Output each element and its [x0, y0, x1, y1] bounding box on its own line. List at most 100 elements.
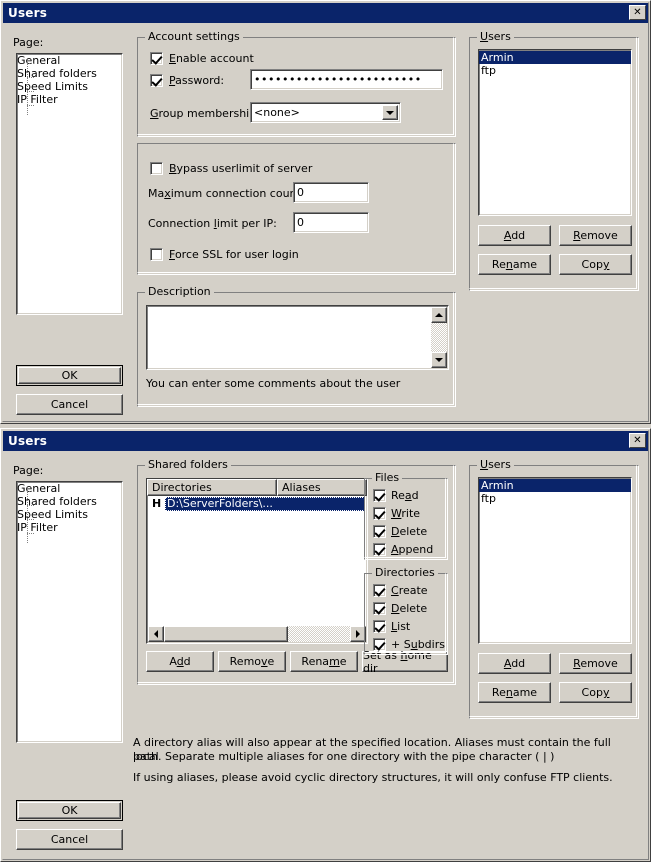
tree-connector-vertical: [27, 58, 28, 116]
max-connection-count-label: Maximum connection count:: [148, 187, 305, 200]
list-item[interactable]: Armin: [479, 51, 631, 64]
table-cell-directory[interactable]: D:\ServerFolders\...: [165, 497, 365, 511]
account-settings-legend: Account settings: [145, 31, 243, 42]
description-hint: You can enter some comments about the us…: [146, 377, 401, 390]
scroll-up-icon[interactable]: [431, 307, 447, 323]
bypass-userlimit-checkbox[interactable]: [150, 162, 163, 175]
dirs-subdirs-label: + Subdirs: [391, 638, 445, 651]
list-item[interactable]: Armin: [479, 479, 631, 492]
window-title-2: Users: [8, 434, 48, 448]
tree-connector-h1: [27, 77, 35, 78]
chevron-down-icon[interactable]: [382, 105, 398, 120]
files-legend: Files: [372, 472, 403, 483]
remove-user-button-1[interactable]: Remove: [559, 225, 632, 246]
add-folder-button[interactable]: Add: [146, 651, 214, 672]
dirs-delete-label: Delete: [391, 602, 428, 615]
dialog-client-area-1: Page: General Shared folders Speed Limit…: [3, 25, 648, 421]
users-legend-1: Users: [477, 31, 514, 42]
page-tree-1[interactable]: General Shared folders Speed Limits IP F…: [16, 53, 123, 315]
password-input[interactable]: ••••••••••••••••••••••••: [250, 69, 443, 90]
dialog-client-area-2: Page: General Shared folders Speed Limit…: [3, 453, 648, 859]
directories-legend: Directories: [372, 567, 438, 578]
shared-folders-list[interactable]: Directories Aliases H D:\ServerFolders\.…: [146, 478, 368, 644]
tree-item-general[interactable]: General: [17, 54, 122, 67]
description-scrollbar[interactable]: [431, 307, 447, 368]
rename-user-button-2[interactable]: Rename: [478, 682, 551, 703]
description-textarea[interactable]: [146, 305, 449, 370]
users-listbox-1[interactable]: Armin ftp: [478, 49, 632, 216]
close-icon[interactable]: ✕: [629, 433, 646, 448]
files-append-checkbox[interactable]: [373, 543, 386, 556]
title-bar-2[interactable]: Users: [3, 431, 648, 451]
dirs-create-checkbox[interactable]: [373, 584, 386, 597]
ok-button-2[interactable]: OK: [16, 800, 123, 821]
column-header-aliases[interactable]: Aliases: [277, 479, 367, 496]
scroll-left-icon[interactable]: [148, 626, 164, 642]
files-group: Files Read Write Delete Append: [364, 472, 448, 560]
title-bar-1[interactable]: Users: [3, 3, 648, 23]
tree-connector-h2: [27, 91, 35, 92]
page-tree-2[interactable]: General Shared folders Speed Limits IP F…: [16, 481, 123, 743]
connection-limit-per-ip-input[interactable]: 0: [293, 212, 369, 233]
shared-folders-group: Shared folders Directories Aliases H D:\…: [137, 459, 456, 685]
users-dialog-shared-folders: Users ✕ Page: General Shared folders Spe…: [0, 428, 651, 862]
dirs-list-checkbox[interactable]: [373, 620, 386, 633]
rename-user-button-1[interactable]: Rename: [478, 254, 551, 275]
page-label: Page:: [13, 36, 44, 49]
add-user-button-2[interactable]: Add: [478, 653, 551, 674]
tree-item-shared-folders[interactable]: Shared folders: [17, 67, 122, 80]
enable-account-checkbox[interactable]: [150, 52, 163, 65]
force-ssl-label: Force SSL for user login: [169, 248, 299, 261]
description-legend: Description: [145, 286, 214, 297]
remove-user-button-2[interactable]: Remove: [559, 653, 632, 674]
dirs-list-label: List: [391, 620, 411, 633]
files-read-label: Read: [391, 489, 419, 502]
cancel-button-2[interactable]: Cancel: [16, 829, 123, 850]
tree-connector-h0: [27, 63, 35, 64]
list-item[interactable]: ftp: [479, 64, 631, 77]
dirs-create-label: Create: [391, 584, 428, 597]
files-read-checkbox[interactable]: [373, 489, 386, 502]
tree-item-shared-folders[interactable]: Shared folders: [17, 495, 122, 508]
scroll-down-icon[interactable]: [431, 352, 447, 368]
directories-group: Directories Create Delete List + Subdirs: [364, 567, 448, 655]
shared-folders-hscrollbar[interactable]: [148, 626, 366, 642]
help-text-line-2: path. Separate multiple aliases for one …: [133, 750, 555, 763]
users-listbox-2[interactable]: Armin ftp: [478, 477, 632, 644]
cancel-button-1[interactable]: Cancel: [16, 394, 123, 415]
help-text-line-3: If using aliases, please avoid cyclic di…: [133, 771, 613, 784]
files-delete-label: Delete: [391, 525, 428, 538]
dirs-delete-checkbox[interactable]: [373, 602, 386, 615]
users-legend-2: Users: [477, 459, 514, 470]
copy-user-button-1[interactable]: Copy: [559, 254, 632, 275]
ok-button-1[interactable]: OK: [16, 365, 123, 386]
list-item[interactable]: ftp: [479, 492, 631, 505]
add-user-button-1[interactable]: Add: [478, 225, 551, 246]
tree-item-general[interactable]: General: [17, 482, 122, 495]
copy-user-button-2[interactable]: Copy: [559, 682, 632, 703]
scroll-thumb[interactable]: [164, 626, 288, 642]
tree-connector-h1: [27, 505, 35, 506]
group-membership-label: Group membership:: [150, 107, 260, 120]
close-icon[interactable]: ✕: [629, 5, 646, 20]
files-write-label: Write: [391, 507, 421, 520]
dirs-subdirs-checkbox[interactable]: [373, 638, 386, 651]
max-connection-count-input[interactable]: 0: [293, 182, 369, 203]
force-ssl-checkbox[interactable]: [150, 248, 163, 261]
password-checkbox[interactable]: [150, 74, 163, 87]
page-label-2: Page:: [13, 464, 44, 477]
account-settings-group: Account settings Enable account Password…: [137, 31, 456, 137]
remove-folder-button[interactable]: Remove: [218, 651, 286, 672]
tree-connector-h2: [27, 519, 35, 520]
password-label: Password:: [169, 74, 225, 87]
bypass-userlimit-label: Bypass userlimit of server: [169, 162, 313, 175]
rename-folder-button[interactable]: Rename: [290, 651, 358, 672]
files-delete-checkbox[interactable]: [373, 525, 386, 538]
column-header-directories[interactable]: Directories: [147, 479, 277, 496]
table-row[interactable]: H D:\ServerFolders\...: [147, 497, 367, 511]
users-group-1: Users Armin ftp Add Remove Rename Copy: [469, 31, 639, 291]
group-membership-select[interactable]: <none>: [250, 102, 401, 123]
files-write-checkbox[interactable]: [373, 507, 386, 520]
connection-limits-group: Bypass userlimit of server Maximum conne…: [137, 143, 456, 275]
users-group-2: Users Armin ftp Add Remove Rename Copy: [469, 459, 639, 719]
